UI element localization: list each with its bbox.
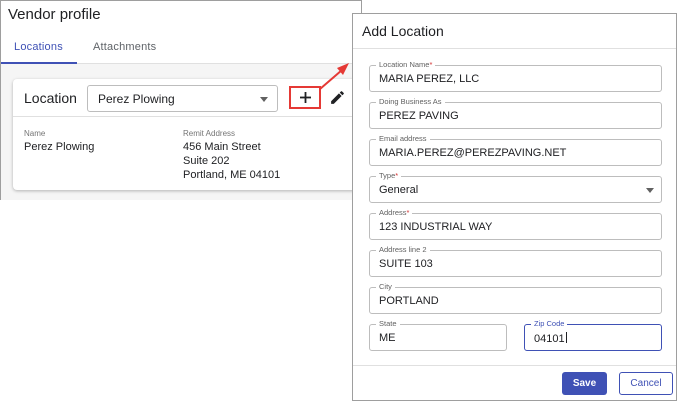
address-line-2-value: SUITE 103 [379,258,433,270]
add-location-dialog: Add Location Location Name* MARIA PEREZ,… [352,13,677,401]
email-label: Email address [376,134,430,144]
address-field[interactable]: Address* 123 INDUSTRIAL WAY [369,208,662,240]
email-field[interactable]: Email address MARIA.PEREZ@PEREZPAVING.NE… [369,134,662,166]
location-card-header: Location Perez Plowing [13,79,362,117]
dialog-footer-divider [353,365,676,366]
type-select[interactable]: Type* General [369,171,662,203]
dialog-title: Add Location [362,23,444,39]
zip-code-label: Zip Code [531,319,568,329]
name-label: Name [24,129,46,138]
plus-icon [300,92,311,103]
doing-business-as-label: Doing Business As [376,97,445,107]
cancel-button[interactable]: Cancel [619,372,673,395]
tab-attachments[interactable]: Attachments [93,41,156,53]
address-line-2-field[interactable]: Address line 2 SUITE 103 [369,245,662,277]
address-label: Address* [376,208,413,218]
remit-address-line-2: Suite 202 [183,155,230,167]
save-button[interactable]: Save [562,372,607,395]
location-select[interactable]: Perez Plowing [87,85,278,112]
vendor-profile-window: Vendor profile Locations Attachments Loc… [0,0,362,200]
location-label: Location [24,90,77,106]
zip-code-field[interactable]: Zip Code 04101 [524,319,662,351]
name-value: Perez Plowing [24,141,95,153]
address-value: 123 INDUSTRIAL WAY [379,221,493,233]
zip-code-value: 04101 [534,332,567,345]
dialog-divider [353,48,676,49]
email-value: MARIA.PEREZ@PEREZPAVING.NET [379,147,567,159]
city-field[interactable]: City PORTLAND [369,282,662,314]
page-title: Vendor profile [8,6,101,23]
location-card: Location Perez Plowing Name Perez Plowin… [13,79,362,190]
location-name-label: Location Name* [376,60,436,70]
state-field[interactable]: State ME [369,319,507,351]
location-name-field[interactable]: Location Name* MARIA PEREZ, LLC [369,60,662,92]
edit-location-button[interactable] [329,89,346,106]
add-location-button[interactable] [289,86,321,109]
remit-address-line-1: 456 Main Street [183,141,261,153]
remit-address-line-3: Portland, ME 04101 [183,169,281,181]
location-select-value: Perez Plowing [98,92,175,106]
pencil-icon [331,91,344,104]
city-label: City [376,282,395,292]
state-value: ME [379,332,396,344]
type-label: Type* [376,171,402,181]
remit-address-label: Remit Address [183,129,236,138]
address-line-2-label: Address line 2 [376,245,430,255]
tab-locations[interactable]: Locations [14,41,63,53]
chevron-down-icon [646,188,654,193]
city-value: PORTLAND [379,295,439,307]
state-label: State [376,319,400,329]
tab-bar: Locations Attachments [1,35,361,64]
doing-business-as-value: PEREZ PAVING [379,110,459,122]
location-name-value: MARIA PEREZ, LLC [379,73,480,85]
chevron-down-icon [260,97,268,102]
doing-business-as-field[interactable]: Doing Business As PEREZ PAVING [369,97,662,129]
type-value: General [379,184,419,196]
text-cursor [565,332,567,343]
